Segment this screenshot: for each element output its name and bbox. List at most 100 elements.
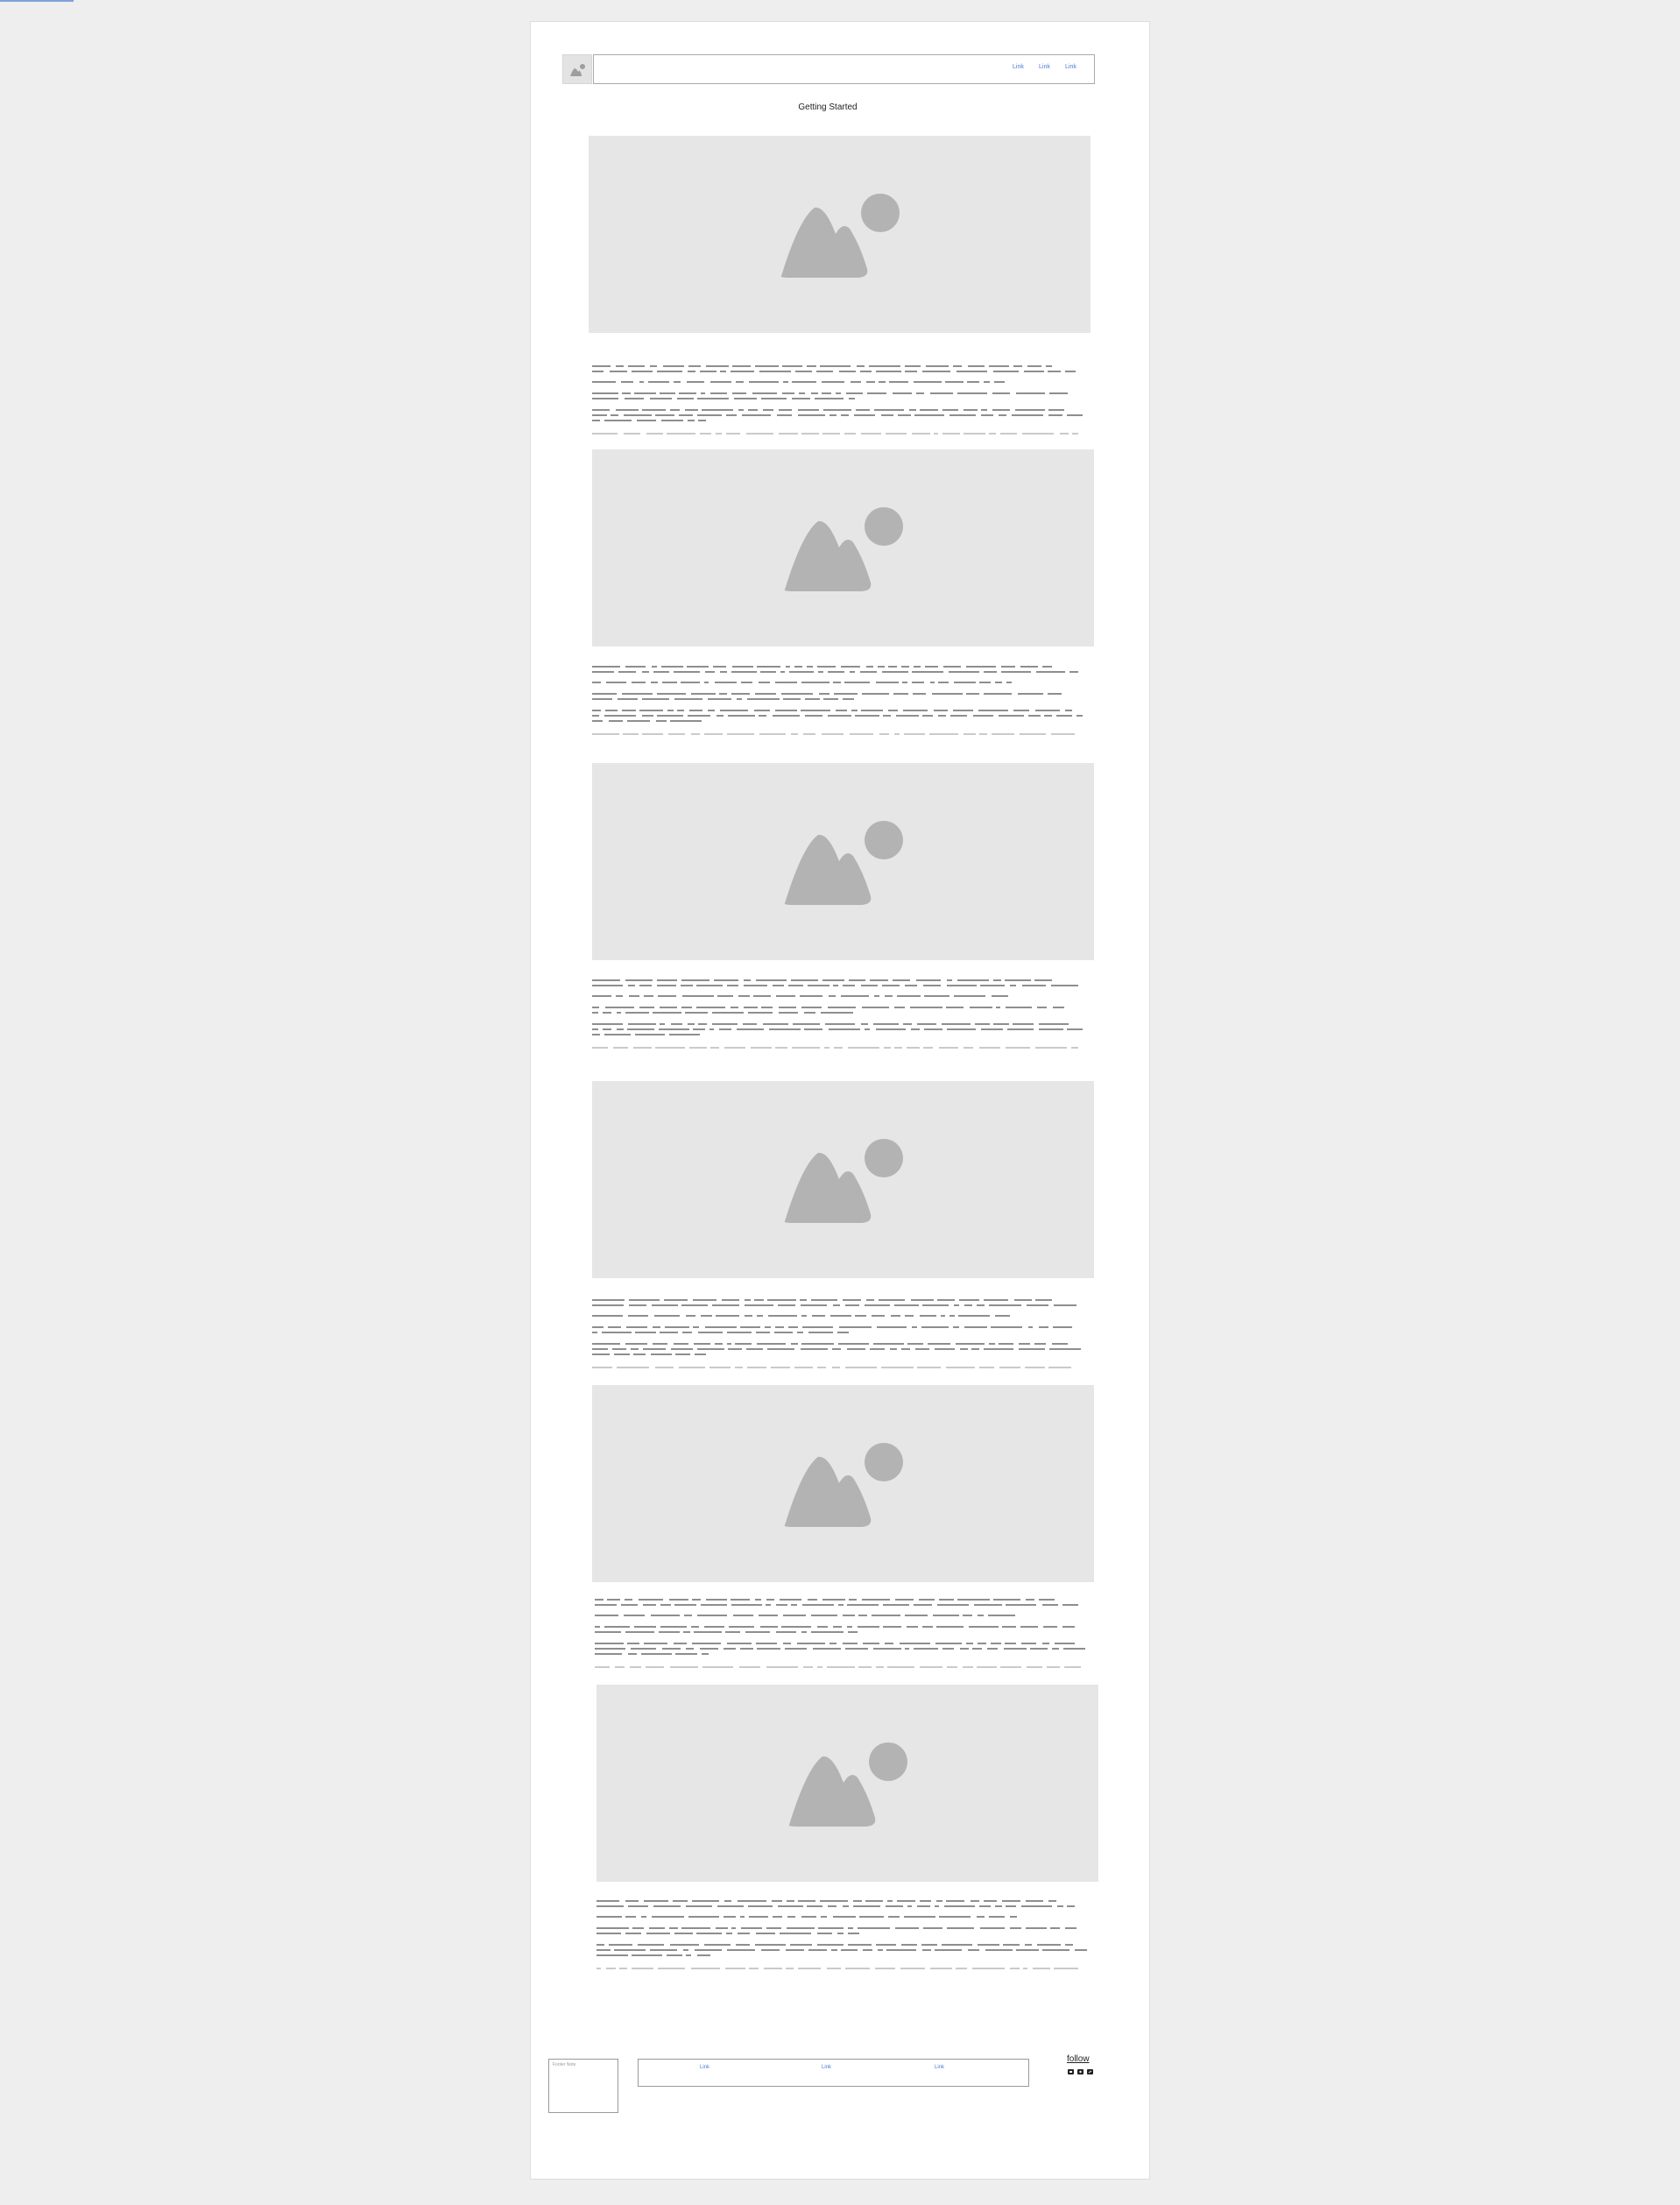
text-word (848, 1047, 879, 1049)
text-line (592, 979, 1052, 981)
footer-link-1[interactable]: Link (700, 2065, 709, 2070)
text-word (930, 392, 953, 394)
text-word (836, 392, 841, 394)
text-word (740, 1916, 745, 1918)
text-word (729, 1626, 754, 1628)
text-word (876, 1944, 896, 1946)
text-word (775, 682, 797, 683)
text-word (732, 365, 751, 367)
text-line (592, 433, 1078, 435)
footer-link-3[interactable]: Link (935, 2065, 944, 2070)
text-word (748, 1012, 773, 1014)
text-word (725, 1968, 745, 1969)
text-word (801, 1315, 807, 1317)
text-word (622, 392, 631, 394)
text-word (792, 1047, 820, 1049)
text-word (595, 1666, 610, 1668)
text-word (724, 1047, 745, 1049)
text-word (1000, 433, 1017, 435)
text-line (592, 1367, 1078, 1368)
text-word (602, 1332, 632, 1333)
text-word (775, 1047, 787, 1049)
text-word (1047, 1666, 1060, 1668)
text-word (845, 1648, 868, 1650)
text-word (625, 1933, 641, 1934)
text-word (661, 666, 683, 668)
text-word (848, 1944, 872, 1946)
text-word (1065, 710, 1072, 711)
text-word (824, 1047, 829, 1049)
text-word (1022, 985, 1046, 986)
text-word (978, 710, 1008, 711)
text-word (771, 1367, 790, 1368)
text-word (1067, 1905, 1075, 1907)
text-word (710, 392, 727, 394)
text-word (592, 710, 601, 711)
text-word (652, 1916, 684, 1918)
social-icon-3[interactable] (1087, 2069, 1093, 2074)
text-word (945, 381, 964, 383)
text-word (853, 1905, 880, 1907)
text-word (979, 733, 987, 735)
text-word (684, 1615, 692, 1616)
text-word (936, 1626, 964, 1628)
text-word (879, 1299, 905, 1301)
text-word (731, 693, 750, 695)
nav-link-3[interactable]: Link (1065, 64, 1076, 70)
text-word (783, 381, 788, 383)
text-word (1048, 371, 1061, 372)
text-word (650, 365, 657, 367)
text-word (592, 1343, 620, 1345)
text-word (685, 409, 698, 411)
text-word (592, 1367, 612, 1368)
text-word (938, 715, 946, 717)
text-word (882, 671, 908, 673)
text-word (861, 1023, 868, 1025)
text-word (966, 1643, 973, 1644)
text-word (701, 1604, 727, 1606)
text-word (1035, 710, 1060, 711)
text-word (621, 381, 633, 383)
text-word (879, 381, 886, 383)
text-word (681, 682, 700, 683)
text-line (596, 1944, 1076, 1946)
image-placeholder (592, 449, 1094, 647)
text-word (673, 1900, 688, 1902)
nav-link-1[interactable]: Link (1013, 64, 1024, 70)
logo[interactable] (562, 54, 592, 84)
text-word (670, 1944, 699, 1946)
text-word (991, 1643, 1001, 1644)
text-word (689, 710, 702, 711)
text-word (878, 666, 885, 668)
nav-link-2[interactable]: Link (1039, 64, 1050, 70)
social-icon-1[interactable] (1068, 2069, 1074, 2074)
text-word (949, 414, 976, 416)
text-word (774, 1332, 793, 1333)
text-word (904, 733, 925, 735)
social-icon-2[interactable] (1077, 2069, 1084, 2074)
text-word (973, 715, 993, 717)
text-word (1039, 1599, 1055, 1601)
text-word (917, 1023, 936, 1025)
text-word (791, 1604, 797, 1606)
text-word (757, 1315, 763, 1317)
text-word (922, 371, 950, 372)
text-word (1002, 1900, 1020, 1902)
text-word (876, 371, 901, 372)
text-word (692, 1599, 701, 1601)
text-word (791, 1343, 798, 1345)
footer-link-2[interactable]: Link (822, 2065, 831, 2070)
text-word (914, 381, 942, 383)
text-word (1012, 414, 1043, 416)
text-word (920, 1315, 936, 1317)
text-word (688, 371, 695, 372)
text-word (657, 979, 677, 981)
text-word (817, 1666, 822, 1668)
text-word (878, 1949, 883, 1951)
text-word (634, 1626, 656, 1628)
text-word (972, 1648, 982, 1650)
text-word (924, 995, 949, 997)
text-word (980, 985, 1005, 986)
text-word (816, 371, 833, 372)
text-word (934, 433, 938, 435)
